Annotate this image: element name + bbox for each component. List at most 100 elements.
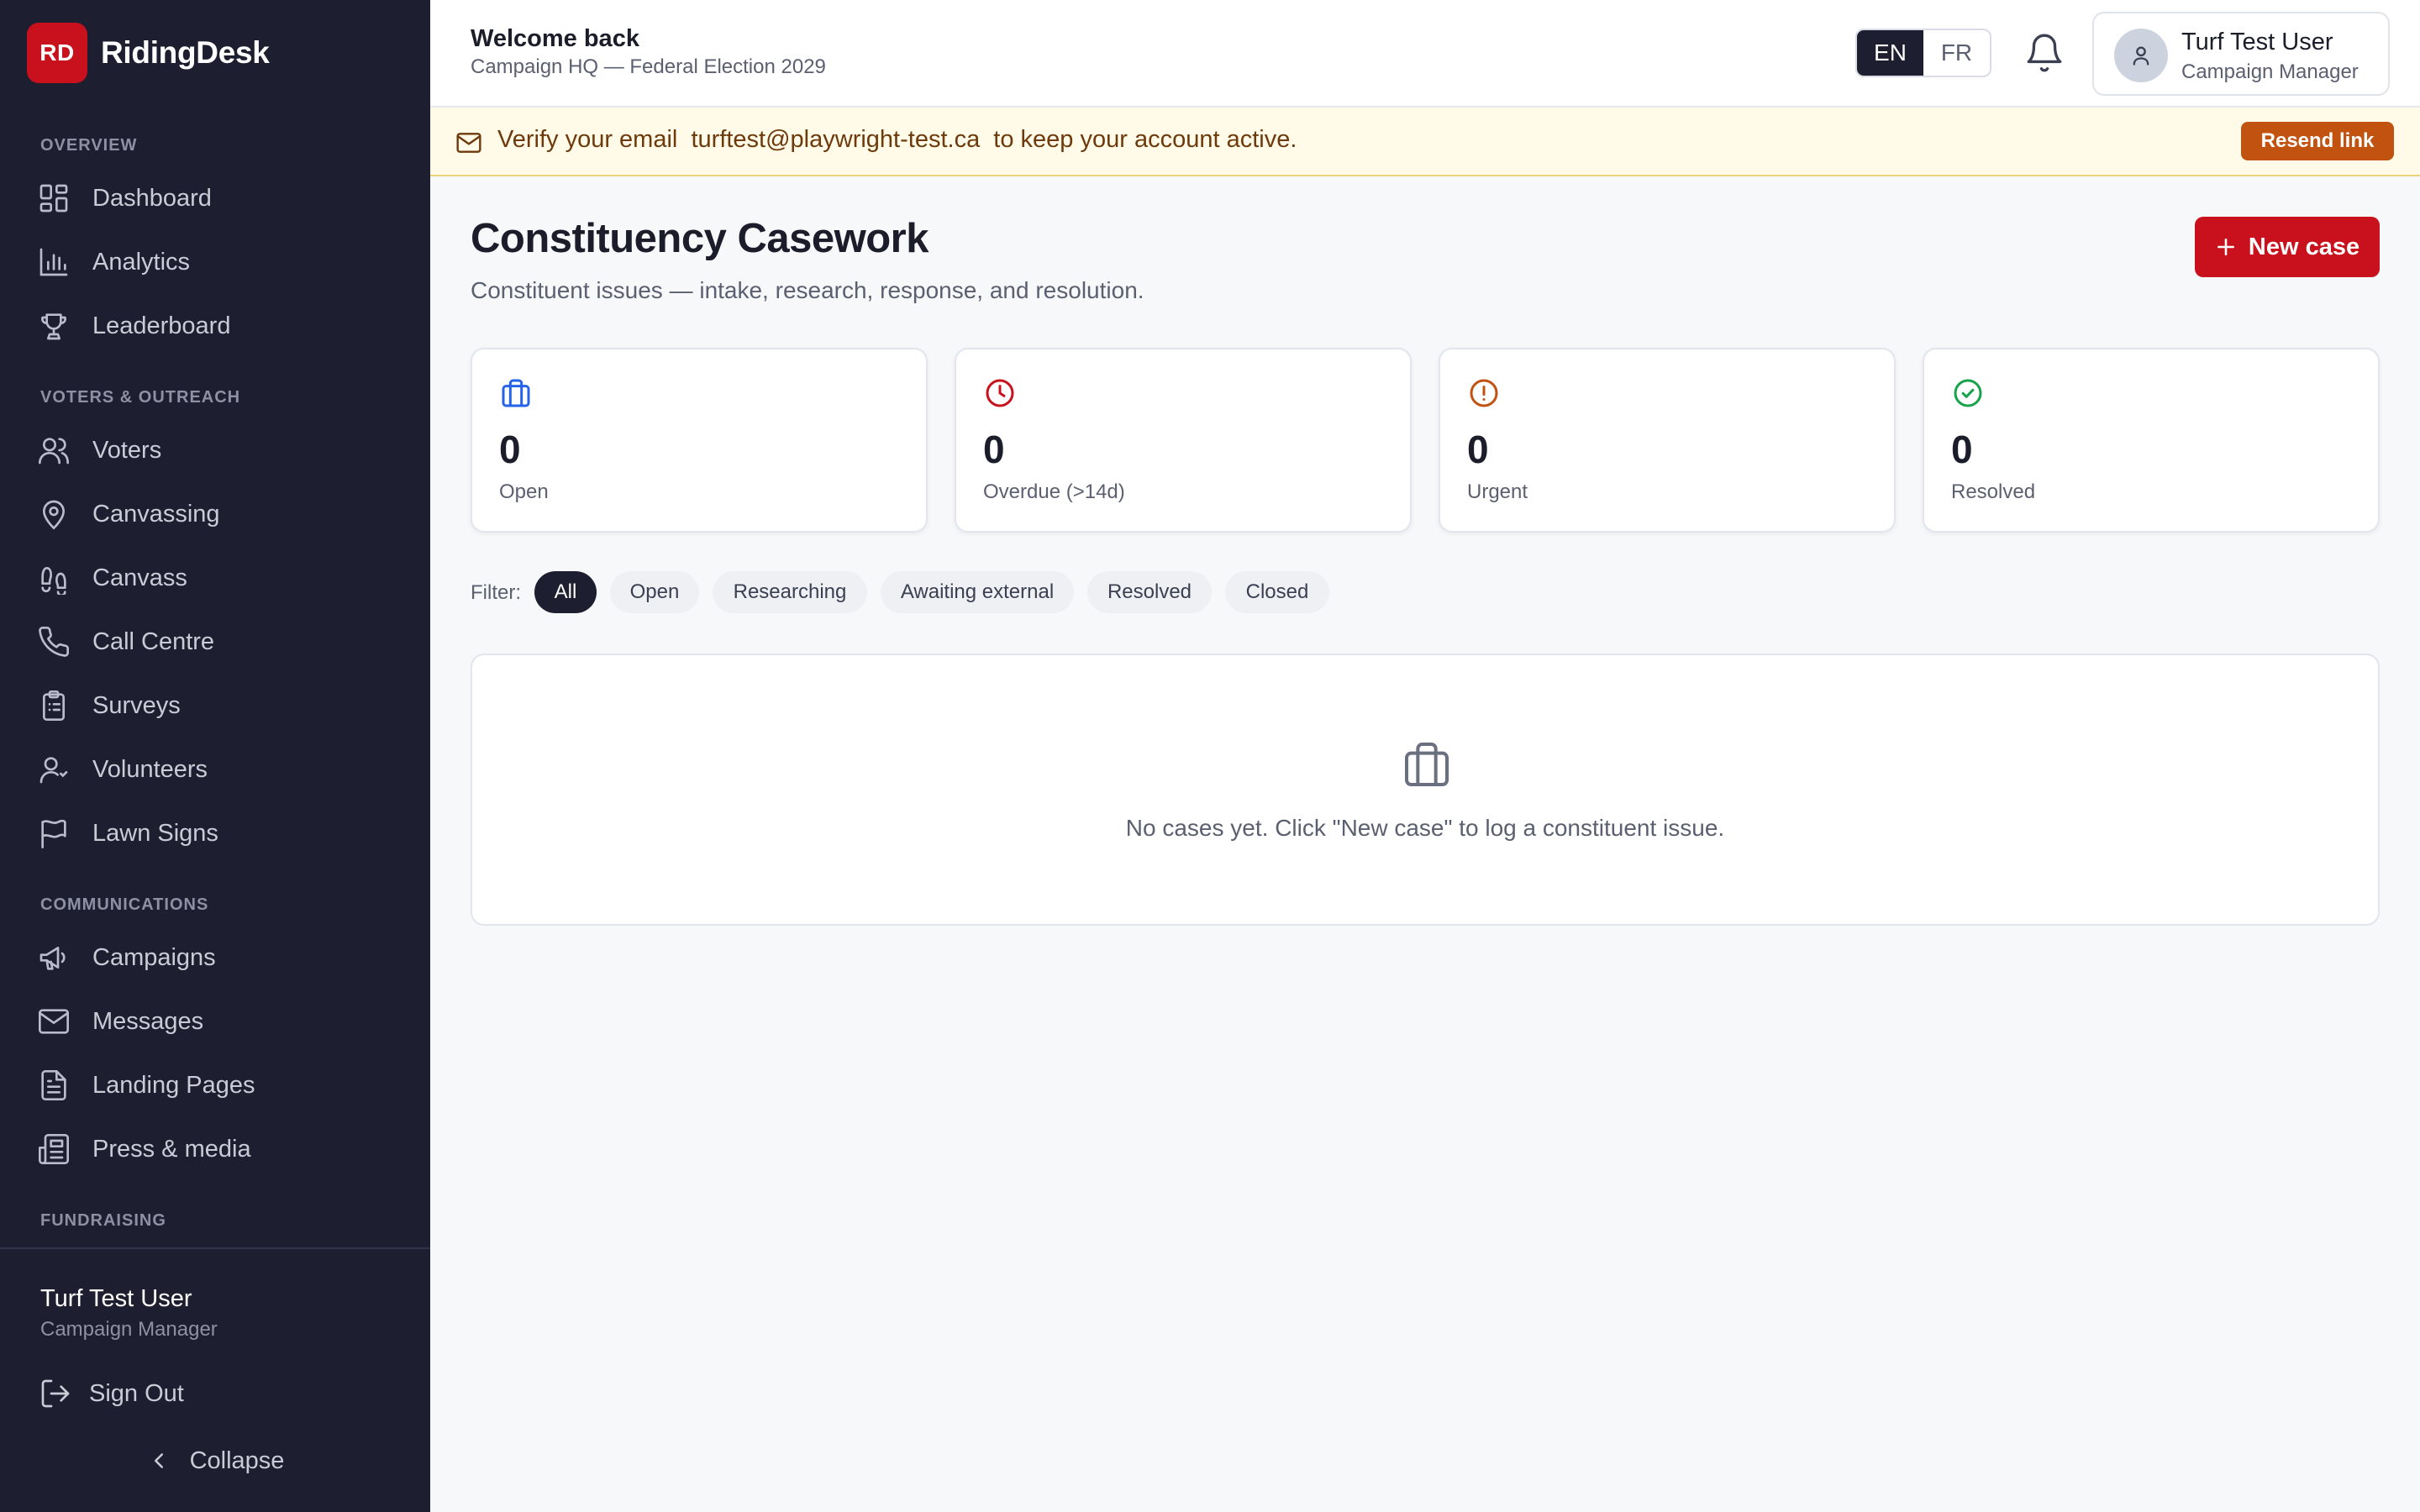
log-out-icon	[41, 1379, 70, 1408]
footprints-icon	[41, 566, 66, 595]
language-toggle: EN FR	[1855, 29, 1991, 77]
stat-card-urgent: 0 Urgent	[1439, 348, 1896, 533]
stat-label: Resolved	[1951, 480, 2036, 503]
lang-fr-button[interactable]: FR	[1923, 30, 1990, 76]
collapse-label: Collapse	[189, 1446, 285, 1474]
user-menu[interactable]: Turf Test User Campaign Manager	[2092, 12, 2390, 96]
sidebar-item-call-centre[interactable]: Call Centre	[37, 617, 407, 667]
filter-chip-closed[interactable]: Closed	[1225, 571, 1329, 613]
sidebar-item-label: Surveys	[92, 691, 181, 719]
sign-out-button[interactable]: Sign Out	[39, 1373, 184, 1415]
empty-state-message: No cases yet. Click "New case" to log a …	[1125, 815, 1725, 841]
filter-chip-open[interactable]: Open	[610, 571, 699, 613]
stat-value: 0	[499, 428, 521, 471]
briefcase-icon	[1405, 743, 1449, 786]
stat-value: 0	[1951, 428, 1973, 471]
nav-section-overview: OVERVIEW	[40, 136, 138, 155]
mail-icon	[456, 133, 481, 153]
sidebar-user-name: Turf Test User	[40, 1285, 192, 1312]
sidebar-item-canvass[interactable]: Canvass	[37, 553, 407, 603]
sidebar-item-label: Canvass	[92, 564, 187, 591]
sidebar-item-volunteers[interactable]: Volunteers	[37, 744, 407, 795]
megaphone-icon	[39, 947, 66, 970]
check-circle-icon	[1954, 379, 1982, 407]
lang-en-button[interactable]: EN	[1857, 30, 1923, 76]
sidebar-item-surveys[interactable]: Surveys	[37, 680, 407, 731]
sidebar-item-press-media[interactable]: Press & media	[37, 1124, 407, 1174]
bell-icon[interactable]	[2023, 32, 2065, 74]
sidebar-user-role: Campaign Manager	[40, 1318, 218, 1341]
clock-icon	[986, 379, 1014, 407]
top-header: Welcome back Campaign HQ — Federal Elect…	[430, 0, 2420, 108]
sidebar-item-label: Press & media	[92, 1135, 251, 1163]
stat-value: 0	[1467, 428, 1489, 471]
plus-icon	[2217, 239, 2234, 255]
sidebar-item-label: Analytics	[92, 248, 191, 276]
stat-value: 0	[983, 428, 1005, 471]
users-icon	[39, 438, 69, 465]
sidebar-item-label: Canvassing	[92, 500, 220, 528]
verify-email-banner: Verify your email turftest@playwright-te…	[430, 108, 2420, 176]
user-icon	[2133, 46, 2149, 66]
stat-card-resolved: 0 Resolved	[1923, 348, 2380, 533]
stat-label: Urgent	[1467, 480, 1528, 503]
collapse-sidebar-button[interactable]: Collapse	[0, 1440, 430, 1482]
resend-link-button[interactable]: Resend link	[2241, 122, 2394, 160]
user-role: Campaign Manager	[2181, 60, 2359, 83]
file-text-icon	[41, 1070, 66, 1100]
filter-chip-resolved[interactable]: Resolved	[1087, 571, 1212, 613]
sidebar-item-campaigns[interactable]: Campaigns	[37, 932, 407, 983]
mail-icon	[39, 1009, 69, 1034]
sign-out-label: Sign Out	[89, 1379, 184, 1407]
sidebar-item-landing-pages[interactable]: Landing Pages	[37, 1060, 407, 1110]
sidebar-item-label: Voters	[92, 436, 162, 464]
chevron-left-icon	[154, 1453, 163, 1468]
flag-icon	[41, 819, 66, 848]
nav-section-voters-outreach: VOTERS & OUTREACH	[40, 388, 241, 407]
page-title: Constituency Casework	[471, 216, 929, 261]
page-subtitle: Constituent issues — intake, research, r…	[471, 277, 1144, 303]
sidebar-item-label: Campaigns	[92, 943, 216, 971]
sidebar-item-label: Dashboard	[92, 184, 212, 212]
verify-email-text: Verify your email turftest@playwright-te…	[497, 126, 1297, 153]
trophy-icon	[41, 313, 66, 340]
sidebar-item-label: Leaderboard	[92, 312, 231, 339]
sidebar-item-voters[interactable]: Voters	[37, 425, 407, 475]
sidebar-item-canvassing[interactable]: Canvassing	[37, 489, 407, 539]
filter-chip-awaiting-external[interactable]: Awaiting external	[881, 571, 1074, 613]
nav-section-fundraising: FUNDRAISING	[40, 1211, 166, 1230]
avatar	[2114, 29, 2168, 82]
briefcase-icon	[502, 379, 530, 407]
stat-card-overdue: 0 Overdue (>14d)	[955, 348, 1412, 533]
sidebar-item-label: Landing Pages	[92, 1071, 255, 1099]
newspaper-icon	[39, 1134, 69, 1164]
volunteers-icon	[39, 757, 68, 784]
sidebar-item-label: Call Centre	[92, 627, 215, 655]
welcome-heading: Welcome back	[471, 25, 639, 52]
sidebar-item-messages[interactable]: Messages	[37, 996, 407, 1047]
sidebar-item-label: Messages	[92, 1007, 204, 1035]
filter-chip-all[interactable]: All	[534, 571, 597, 613]
stat-card-open: 0 Open	[471, 348, 928, 533]
cases-empty-state: No cases yet. Click "New case" to log a …	[471, 654, 2380, 926]
sidebar-item-dashboard[interactable]: Dashboard	[37, 173, 407, 223]
sidebar-item-leaderboard[interactable]: Leaderboard	[37, 301, 407, 351]
new-case-label: New case	[2248, 233, 2360, 260]
sidebar-item-label: Lawn Signs	[92, 819, 218, 847]
clipboard-list-icon	[43, 690, 65, 721]
sidebar-item-lawn-signs[interactable]: Lawn Signs	[37, 808, 407, 858]
filter-chip-researching[interactable]: Researching	[713, 571, 867, 613]
campaign-name: Campaign HQ — Federal Election 2029	[471, 55, 826, 78]
sidebar-item-label: Volunteers	[92, 755, 208, 783]
user-name: Turf Test User	[2181, 29, 2333, 55]
nav-section-communications: COMMUNICATIONS	[40, 895, 209, 914]
alert-circle-icon	[1470, 379, 1498, 407]
phone-icon	[39, 626, 70, 657]
brand[interactable]: RD RidingDesk	[27, 23, 270, 83]
bar-chart-icon	[39, 248, 68, 276]
map-pin-icon	[42, 500, 66, 530]
sidebar-item-analytics[interactable]: Analytics	[37, 237, 407, 287]
dashboard-icon	[39, 184, 68, 213]
stat-label: Open	[499, 480, 549, 503]
new-case-button[interactable]: New case	[2195, 217, 2380, 277]
